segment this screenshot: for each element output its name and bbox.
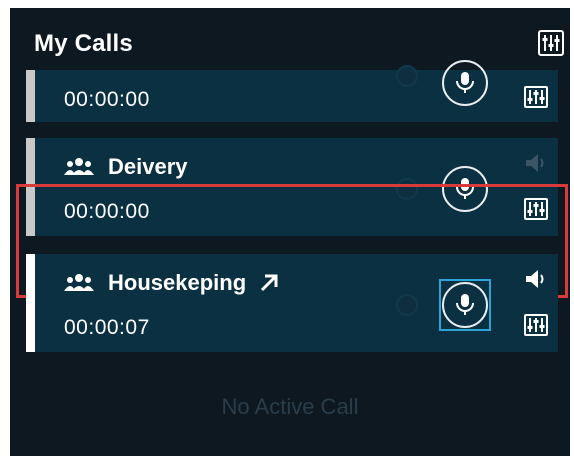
call-card[interactable]: 00:00:00: [26, 60, 558, 122]
panel-title: My Calls: [34, 30, 133, 57]
mixer-icon[interactable]: [538, 30, 564, 56]
call-timer: 00:00:00: [64, 88, 150, 111]
call-card-selected[interactable]: Housekeping 00:00:07: [26, 254, 558, 352]
mute-button[interactable]: [442, 282, 488, 328]
status-indicator: [396, 294, 418, 316]
speaker-icon[interactable]: [524, 268, 550, 290]
call-name-row: Deivery: [64, 154, 188, 180]
microphone-icon: [456, 294, 474, 315]
status-indicator: [396, 65, 418, 87]
speaker-icon[interactable]: [524, 152, 550, 174]
group-icon: [64, 274, 94, 291]
mute-button[interactable]: [442, 60, 488, 106]
card-accent-bar: [26, 70, 35, 122]
call-timer: 00:00:07: [64, 316, 150, 339]
microphone-icon: [456, 72, 474, 93]
my-calls-panel: My Calls 00:00:00 Deivery 00:00:00 House…: [10, 8, 570, 456]
external-link-arrow-icon[interactable]: [258, 272, 280, 294]
call-name: Housekeping: [108, 270, 247, 295]
group-icon: [64, 158, 94, 175]
card-accent-bar: [26, 254, 35, 352]
no-active-call-message: No Active Call: [221, 394, 359, 419]
call-name-row: Housekeping: [64, 270, 280, 296]
mixer-icon[interactable]: [524, 314, 548, 336]
call-name: Deivery: [108, 154, 188, 179]
header: My Calls: [10, 8, 570, 70]
mixer-icon[interactable]: [524, 86, 548, 108]
